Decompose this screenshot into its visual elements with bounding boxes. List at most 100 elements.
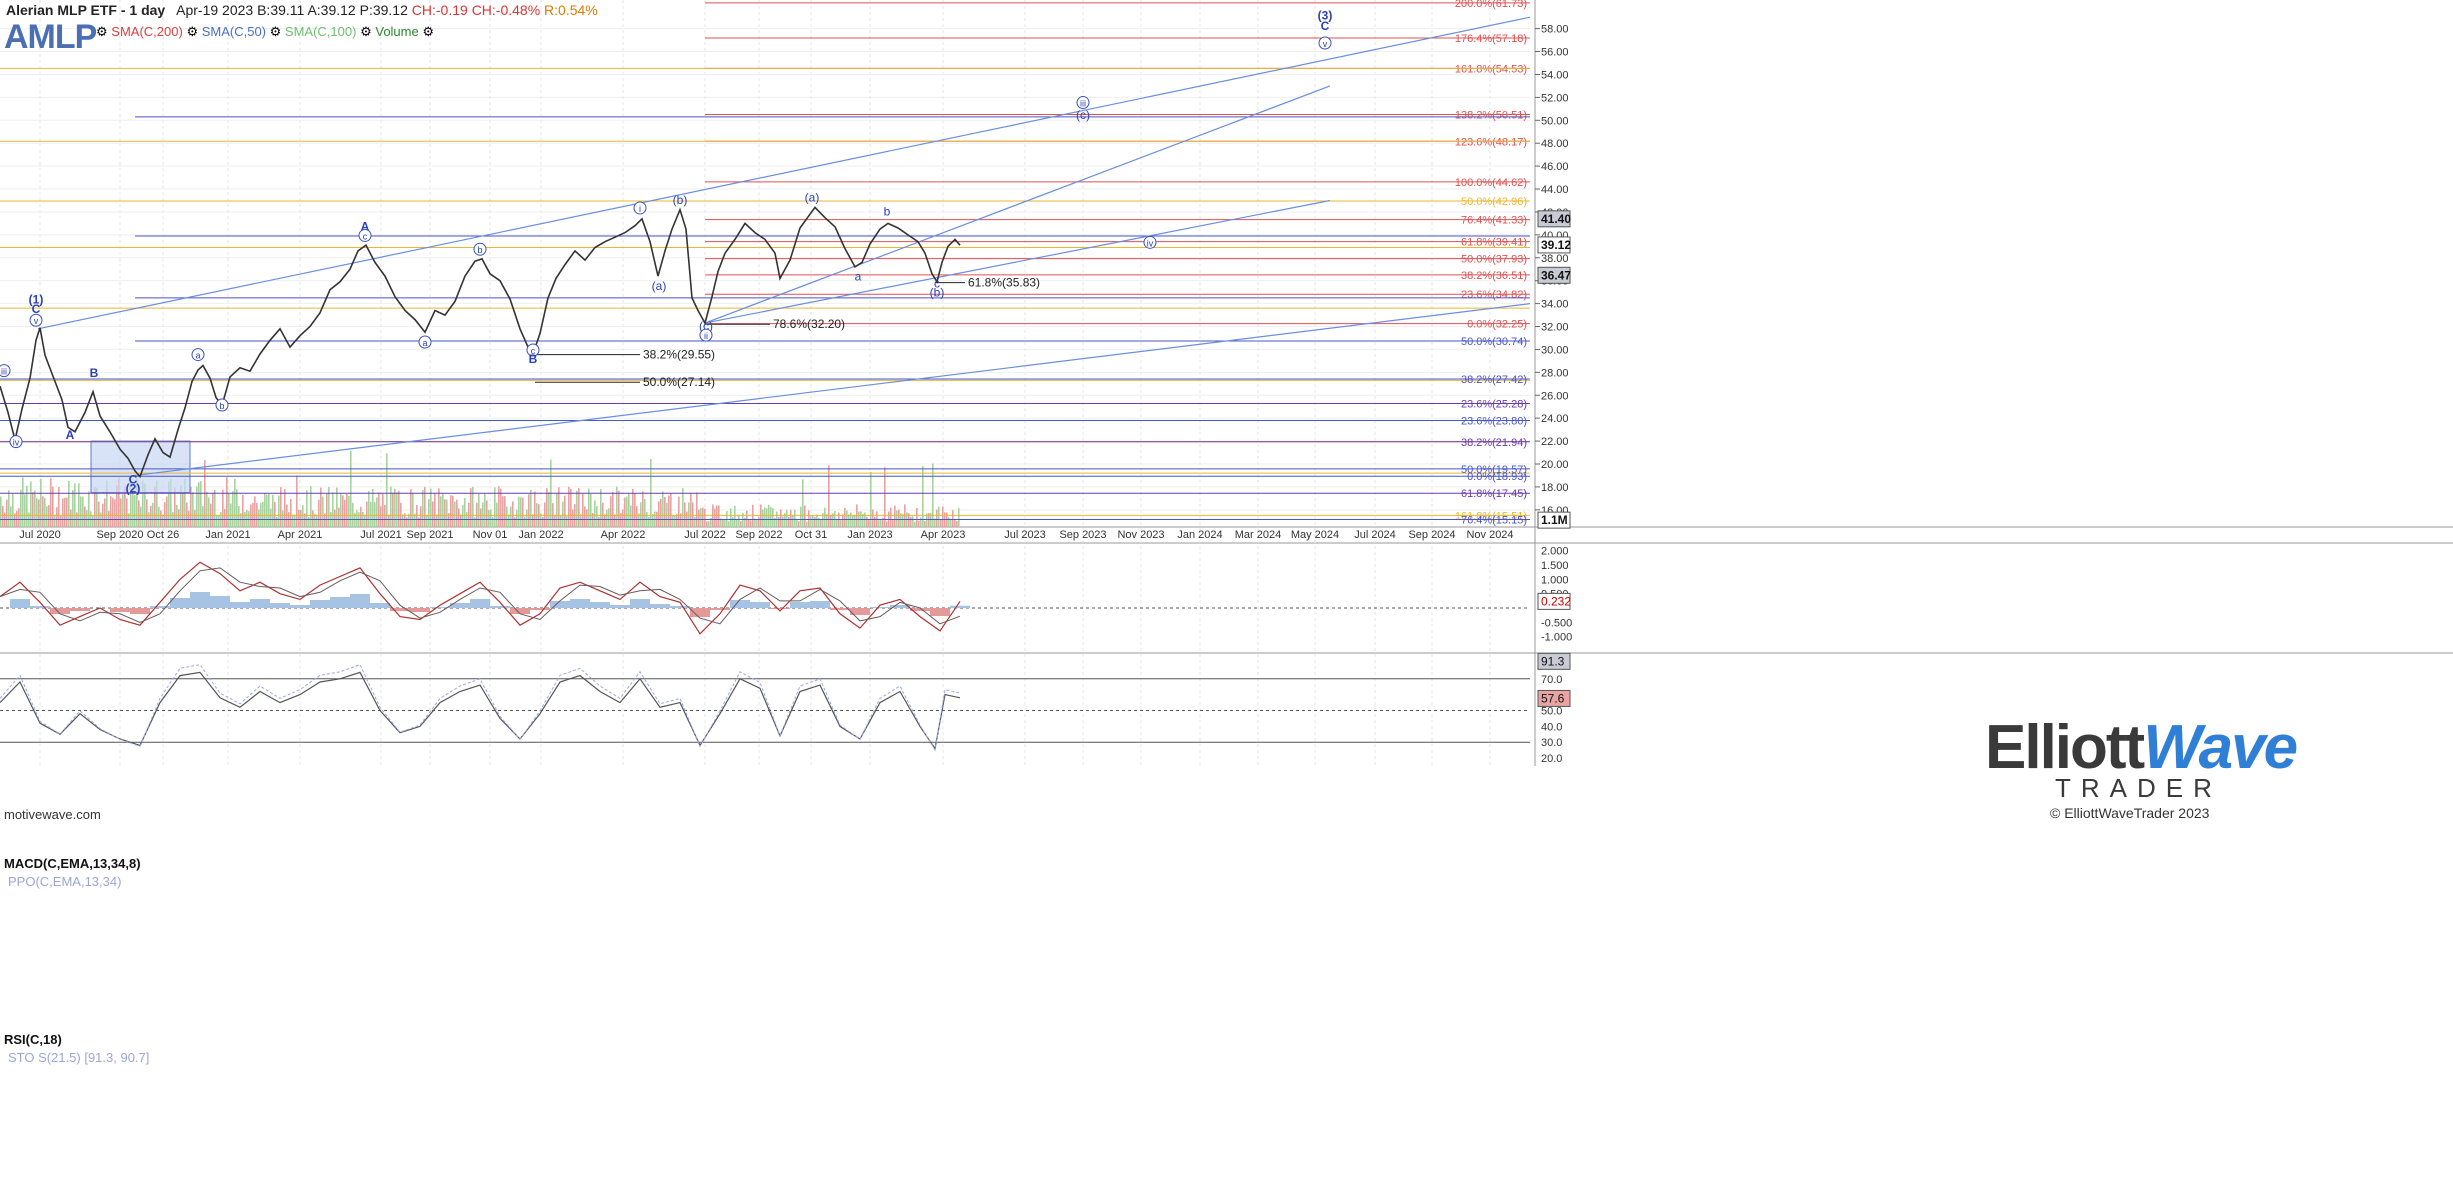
gear-icon[interactable]: ⚙ [422, 24, 434, 39]
volume-bar [456, 499, 458, 527]
volume-bar [236, 489, 238, 527]
volume-bar [60, 515, 62, 527]
volume-bar [444, 499, 446, 527]
volume-bar [122, 494, 124, 527]
volume-bar [624, 497, 626, 527]
gear-icon[interactable]: ⚙ [360, 24, 372, 39]
volume-bar [490, 509, 492, 527]
volume-bar [698, 509, 700, 527]
gear-icon[interactable]: ⚙ [96, 24, 108, 39]
volume-bar [648, 516, 650, 527]
volume-bar [82, 496, 84, 527]
x-tick-label: Sep 2020 [96, 529, 143, 541]
fib-level-label: 61.8%(17.45) [1461, 488, 1527, 500]
volume-bar [922, 466, 924, 527]
volume-bar [714, 508, 716, 527]
volume-bar [186, 502, 188, 527]
volume-bar [704, 508, 706, 527]
volume-bar [578, 488, 580, 527]
volume-bar [440, 496, 442, 527]
macd-hist-bar [410, 608, 430, 613]
y-tick-label: 30.00 [1541, 344, 1569, 356]
fib-level-label: 0.0%(32.25) [1467, 319, 1527, 331]
volume-bar [38, 499, 40, 527]
volume-bar [660, 498, 662, 527]
volume-bar [630, 505, 632, 527]
macd-hist-bar [930, 608, 950, 617]
volume-bar [194, 510, 196, 527]
gear-icon[interactable]: ⚙ [186, 24, 198, 39]
x-tick-label: Jul 2023 [1004, 529, 1046, 541]
volume-bar [332, 492, 334, 527]
volume-bar [910, 516, 912, 527]
volume-bar [436, 514, 438, 527]
volume-bar [92, 515, 94, 527]
volume-bar [634, 493, 636, 527]
volume-bar [528, 494, 530, 527]
gear-icon[interactable]: ⚙ [270, 24, 282, 39]
volume-bar [254, 496, 256, 527]
volume-bar [36, 498, 38, 527]
volume-bar [138, 500, 140, 527]
volume-bar [676, 514, 678, 527]
volume-bar [318, 499, 320, 527]
volume-bar [178, 509, 180, 527]
volume-bar [266, 494, 268, 527]
volume-bar [766, 508, 768, 527]
volume-bar [54, 514, 56, 527]
volume-bar [530, 489, 532, 527]
volume-bar [30, 481, 32, 527]
fib-level-label: 161.8%(54.53) [1455, 63, 1527, 75]
volume-bar [208, 497, 210, 527]
logo-word-elliott: Elliott [1985, 713, 2145, 782]
indicator-sma200[interactable]: SMA(C,200) [111, 24, 183, 39]
volume-bar [412, 493, 414, 527]
volume-bar [302, 505, 304, 527]
volume-bar [924, 520, 926, 527]
volume-bar [146, 499, 148, 527]
inline-level-label: 78.6%(32.20) [773, 317, 845, 331]
fib-level-label: 38.2%(36.51) [1461, 270, 1527, 282]
volume-bar [96, 487, 98, 527]
volume-bar [872, 509, 874, 527]
volume-bar [746, 510, 748, 527]
volume-bar [572, 509, 574, 527]
volume-bar [770, 507, 772, 527]
volume-bar [820, 519, 822, 527]
x-tick-label: Jul 2020 [19, 529, 61, 541]
indicator-volume[interactable]: Volume [375, 24, 418, 39]
volume-bar [464, 497, 466, 527]
volume-bar [772, 508, 774, 527]
x-tick-label: Mar 2024 [1235, 529, 1281, 541]
volume-bar [74, 483, 76, 527]
y-tick-label: 34.00 [1541, 299, 1569, 311]
volume-bar [616, 486, 618, 527]
volume-bar [936, 509, 938, 527]
fib-level-label: 138.2%(50.51) [1455, 109, 1527, 121]
volume-bar [948, 517, 950, 527]
volume-bar [606, 509, 608, 527]
volume-bar [532, 514, 534, 527]
volume-bar [826, 514, 828, 527]
volume-bar [778, 517, 780, 527]
volume-bar [956, 520, 958, 527]
volume-bar [68, 480, 70, 527]
wave-label: (a) [652, 279, 667, 293]
macd-tick-label: -0.500 [1541, 617, 1572, 629]
fib-level-label: 23.6%(34.82) [1461, 289, 1527, 301]
volume-bar [764, 507, 766, 527]
indicator-sma50[interactable]: SMA(C,50) [202, 24, 266, 39]
volume-bar [840, 519, 842, 527]
x-tick-label: Nov 2023 [1117, 529, 1164, 541]
wave-labels: (1)CviiiivABC(2)abAcabcBi(a)(b)(c)ii(a)a… [0, 8, 1332, 496]
volume-bar [738, 514, 740, 527]
volume-bar [898, 509, 900, 527]
volume-bar [740, 521, 742, 527]
volume-bar [814, 517, 816, 527]
volume-bar [890, 507, 892, 527]
x-tick-label: Sep 2024 [1408, 529, 1455, 541]
volume-bar [134, 495, 136, 527]
indicator-sma100[interactable]: SMA(C,100) [285, 24, 357, 39]
x-tick-label: Oct 26 [147, 529, 179, 541]
y-tick-label: 32.00 [1541, 322, 1569, 334]
